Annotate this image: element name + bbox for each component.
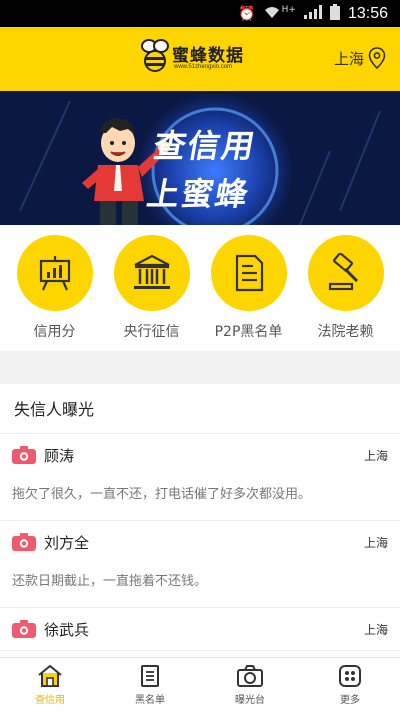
section-divider xyxy=(0,351,400,384)
camera-icon xyxy=(237,665,263,687)
camera-icon xyxy=(12,620,36,638)
signal-icon xyxy=(303,4,322,23)
category-icon-circle xyxy=(210,235,287,311)
gavel-icon xyxy=(328,253,358,291)
category-icon-circle xyxy=(16,235,93,311)
list-item[interactable]: 刘方全 上海 还款日期截止，一直拖着不还钱。 xyxy=(0,521,400,608)
city-label: 上海 xyxy=(333,49,364,68)
home-icon xyxy=(38,664,62,687)
exposure-description: 拖欠了很久，一直不还，打电话催了好多次都没用。 xyxy=(12,487,312,502)
category-label: 法院老赖 xyxy=(317,324,374,340)
city-selector[interactable]: 上海 xyxy=(334,47,386,69)
tab-exposure[interactable]: 曝光台 xyxy=(200,658,300,711)
status-bar: ⏰ H+ 13:56 xyxy=(0,0,400,27)
person-name: 顾涛 xyxy=(44,446,75,465)
tab-blacklist[interactable]: 黑名单 xyxy=(100,658,200,711)
promo-banner[interactable]: 查信用 上蜜蜂 xyxy=(0,91,400,225)
category-central-bank-credit[interactable]: 央行征信 xyxy=(106,235,198,351)
app-header: 蜜蜂数据 www.51zhengxin.com 上海 xyxy=(0,27,400,91)
category-icon-circle xyxy=(113,235,190,311)
banner-slogan: 查信用 上蜜蜂 xyxy=(142,121,263,215)
camera-icon xyxy=(12,533,36,551)
list-item[interactable]: 顾涛 上海 拖欠了很久，一直不还，打电话催了好多次都没用。 xyxy=(0,434,400,521)
location-pin-icon xyxy=(368,47,386,69)
presentation-chart-icon xyxy=(39,256,70,291)
network-type: H+ xyxy=(281,4,296,15)
tab-more[interactable]: 更多 xyxy=(300,658,400,711)
category-grid: 信用分 央行征信 P2P黑名单 法院老赖 xyxy=(0,225,400,351)
list-doc-icon xyxy=(141,665,159,687)
clock: 13:56 xyxy=(347,4,388,22)
person-city: 上海 xyxy=(363,448,388,463)
battery-icon xyxy=(329,3,340,24)
brand-name: 蜜蜂数据 xyxy=(172,46,244,66)
wifi-icon xyxy=(264,5,280,23)
banner-slogan-line1: 查信用 xyxy=(150,127,260,165)
category-credit-score[interactable]: 信用分 xyxy=(9,235,101,351)
tab-label: 查信用 xyxy=(35,695,65,706)
person-city: 上海 xyxy=(363,535,388,550)
category-label: 信用分 xyxy=(33,324,76,340)
person-name: 刘方全 xyxy=(44,533,90,552)
bank-building-icon xyxy=(133,254,170,289)
category-icon-circle xyxy=(307,235,384,311)
brand-url: www.51zhengxin.com xyxy=(174,64,233,70)
exposure-list: 失信人曝光 顾涛 上海 拖欠了很久，一直不还，打电话催了好多次都没用。 刘方全 … xyxy=(0,384,400,657)
list-item[interactable]: 徐武兵 上海 xyxy=(0,608,400,651)
person-name: 徐武兵 xyxy=(44,620,90,639)
category-label: P2P黑名单 xyxy=(214,324,283,340)
grid-icon xyxy=(339,665,361,687)
tab-label: 曝光台 xyxy=(235,695,265,706)
alarm-icon: ⏰ xyxy=(238,5,256,22)
tab-label: 黑名单 xyxy=(135,695,165,706)
tab-label: 更多 xyxy=(340,695,360,706)
camera-icon xyxy=(12,446,36,464)
banner-slogan-line2: 上蜜蜂 xyxy=(144,175,253,213)
exposure-description: 还款日期截止，一直拖着不还钱。 xyxy=(12,574,208,589)
tab-check-credit[interactable]: 查信用 xyxy=(0,658,100,711)
bottom-tab-bar: 查信用 黑名单 曝光台 更多 xyxy=(0,657,400,711)
section-title: 失信人曝光 xyxy=(0,384,400,434)
brand-logo[interactable]: 蜜蜂数据 www.51zhengxin.com xyxy=(140,37,270,81)
document-icon xyxy=(235,254,263,292)
category-label: 央行征信 xyxy=(123,324,180,340)
category-p2p-blacklist[interactable]: P2P黑名单 xyxy=(203,235,295,351)
person-city: 上海 xyxy=(363,622,388,637)
bee-logo-icon xyxy=(141,39,169,72)
category-court-defaulters[interactable]: 法院老赖 xyxy=(300,235,392,351)
